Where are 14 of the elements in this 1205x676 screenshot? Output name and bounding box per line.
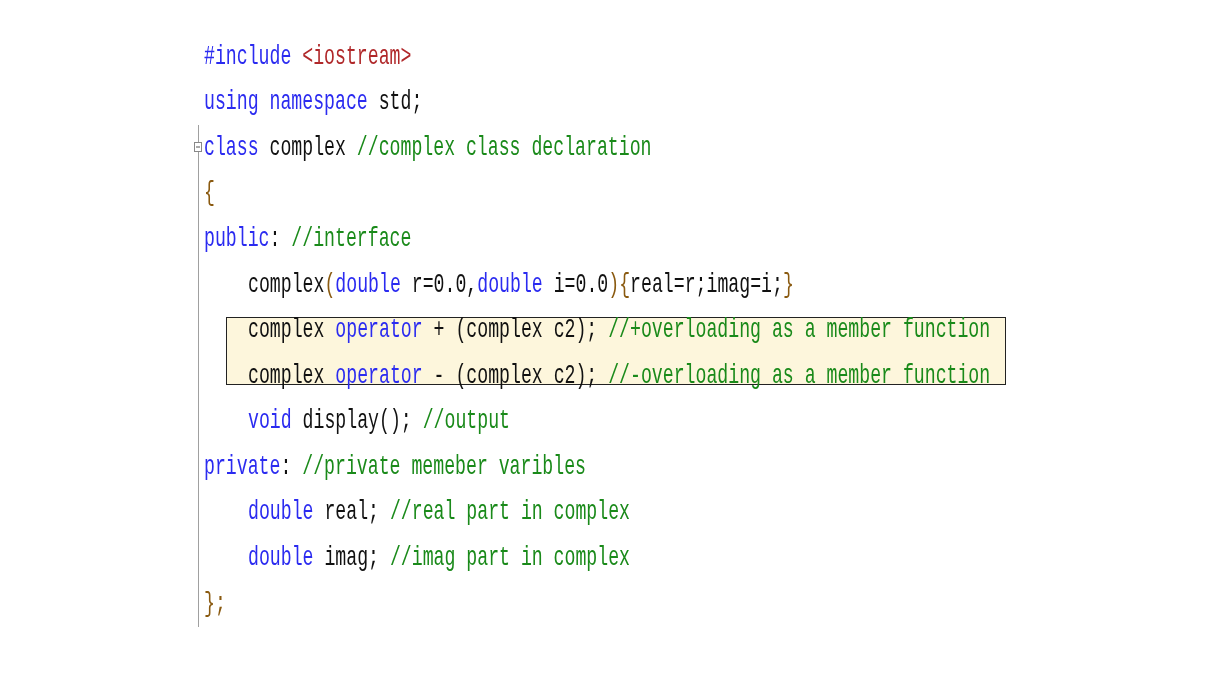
code-line: public: //interface: [204, 225, 412, 253]
code-line: complex(double r=0.0,double i=0.0){real=r;imag=i;}: [248, 271, 794, 299]
code-line: class complex //complex class declaration: [204, 134, 652, 162]
code-line: {: [204, 179, 215, 208]
code-line: double real; //real part in complex: [248, 498, 631, 527]
code-line: private: //private memeber varibles: [204, 453, 587, 481]
code-line: };: [204, 590, 226, 618]
code-line: using namespace std;: [204, 88, 423, 117]
fold-icon[interactable]: [194, 142, 202, 153]
code-line: double imag; //imag part in complex: [248, 544, 631, 572]
code-line: complex operator - (complex c2); //-overloading as a member function: [248, 362, 991, 390]
code-line: #include <iostream>: [204, 43, 412, 71]
code-line: void display(); //output: [248, 407, 510, 435]
code-line: complex operator + (complex c2); //+overloading as a member function: [248, 316, 991, 344]
